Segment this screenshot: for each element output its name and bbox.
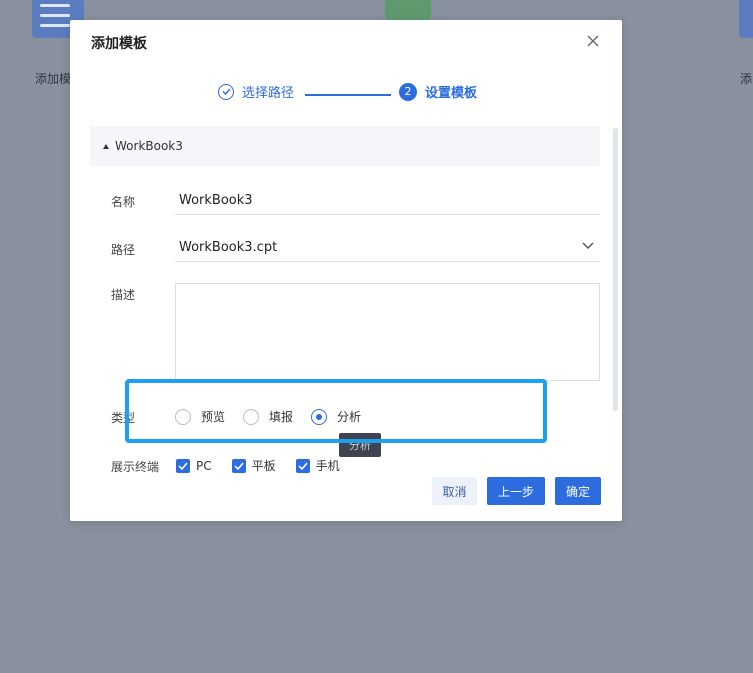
checkbox-label: PC (196, 458, 212, 473)
path-label: 路径 (111, 243, 136, 257)
check-circle-icon (218, 83, 234, 100)
checkbox-pc[interactable]: PC (176, 458, 212, 473)
name-value: WorkBook3 (179, 193, 253, 208)
checkbox-checked-icon[interactable] (295, 458, 310, 473)
bg-template-label: 添加模 (35, 72, 72, 86)
terminal-checkbox-group: PC 平板 手机 (176, 457, 360, 474)
radio-circle[interactable] (175, 408, 191, 425)
checkbox-label: 手机 (315, 459, 340, 473)
step-connector (305, 94, 391, 96)
radio-label: 分析 (337, 410, 362, 424)
desc-textarea[interactable] (175, 283, 600, 381)
checkbox-checked-icon[interactable] (231, 458, 246, 473)
scrollbar[interactable] (613, 128, 618, 411)
name-label: 名称 (111, 195, 136, 209)
checkbox-tablet[interactable]: 平板 (231, 457, 276, 474)
type-label: 类型 (111, 411, 136, 425)
desc-label: 描述 (111, 288, 136, 302)
dialog-title: 添加模板 (91, 36, 147, 52)
document-icon (739, 0, 753, 38)
type-radio-group: 预览 填报 分析 (175, 408, 379, 425)
step-set-template: 2 设置模板 (399, 82, 477, 101)
bg-template-card-right: 添 (735, 0, 753, 110)
radio-label: 预览 (201, 410, 226, 424)
path-value: WorkBook3.cpt (179, 240, 278, 255)
checkbox-checked-icon[interactable] (176, 458, 190, 473)
cancel-button[interactable]: 取消 (432, 477, 477, 505)
checkbox-phone[interactable]: 手机 (295, 457, 340, 474)
step-select-path[interactable]: 选择路径 (218, 82, 294, 101)
stepper: 选择路径 2 设置模板 (218, 82, 528, 108)
radio-preview[interactable]: 预览 (175, 408, 225, 425)
path-select[interactable]: WorkBook3.cpt (175, 234, 600, 262)
tooltip: 分析 (339, 433, 381, 457)
add-template-dialog: 添加模板 选择路径 2 设置模板 WorkBook3 名称 WorkBook3 … (70, 20, 622, 521)
name-field[interactable]: WorkBook3 (175, 187, 600, 215)
section-title: WorkBook3 (115, 139, 183, 153)
workbook-section-header[interactable]: WorkBook3 (90, 126, 600, 166)
step-label: 设置模板 (425, 86, 478, 101)
radio-fill[interactable]: 填报 (243, 408, 293, 425)
step-number: 2 (399, 82, 417, 101)
radio-circle-checked[interactable] (311, 408, 328, 425)
checkbox-label: 平板 (251, 459, 276, 473)
radio-label: 填报 (269, 410, 294, 424)
previous-step-button[interactable]: 上一步 (487, 477, 545, 505)
step-label: 选择路径 (242, 86, 295, 101)
bg-template-label: 添 (740, 72, 753, 86)
confirm-button[interactable]: 确定 (555, 477, 601, 505)
radio-circle[interactable] (243, 408, 260, 425)
chevron-down-icon (582, 242, 594, 249)
terminal-label: 展示终端 (111, 460, 160, 474)
collapse-triangle-icon (103, 143, 109, 149)
close-icon[interactable] (582, 30, 604, 52)
radio-analysis[interactable]: 分析 (311, 408, 361, 425)
spreadsheet-icon (385, 0, 431, 20)
